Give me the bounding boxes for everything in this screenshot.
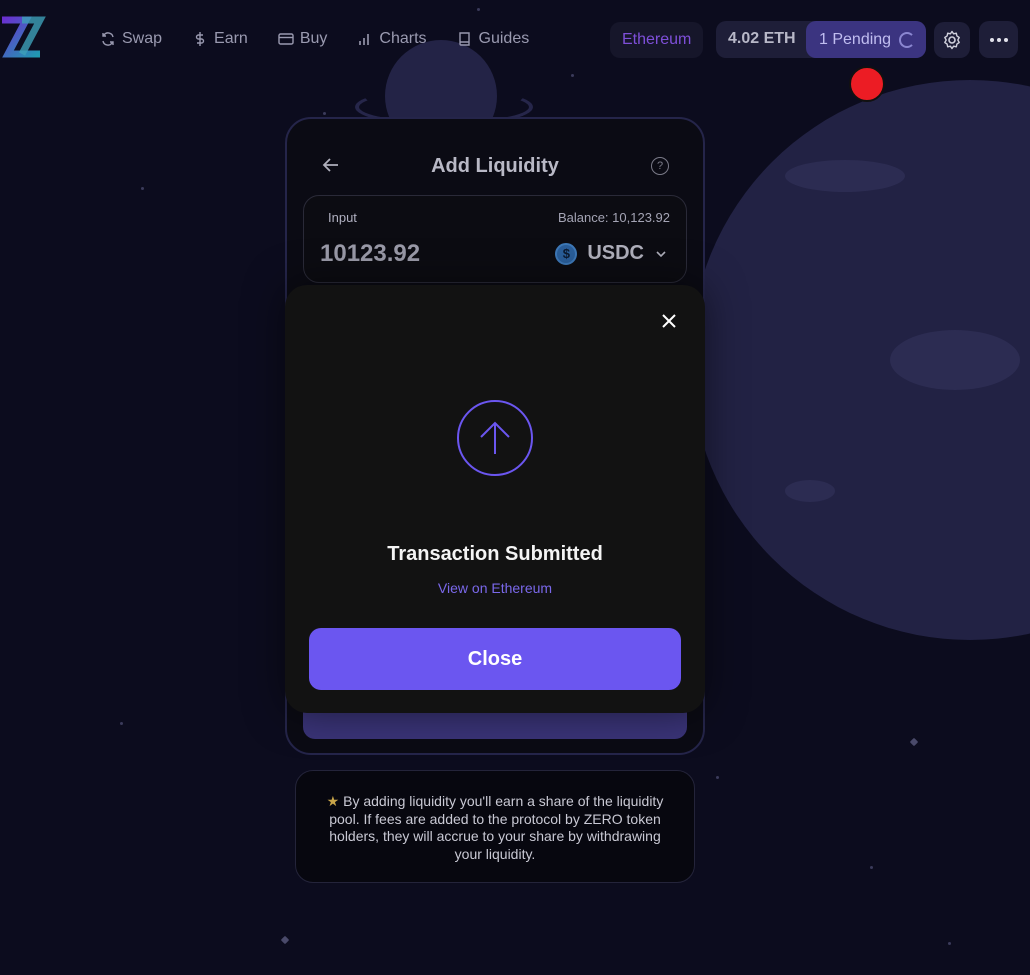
more-dots-icon: [989, 37, 1008, 42]
top-bar: Swap Earn Buy Charts Guides Ethereum 4.0…: [0, 0, 1030, 78]
nav-buy[interactable]: Buy: [278, 28, 328, 50]
refresh-icon: [102, 32, 114, 46]
liquidity-info-box: ★ By adding liquidity you'll earn a shar…: [295, 770, 695, 883]
network-selector[interactable]: Ethereum: [610, 22, 704, 58]
nav-charts[interactable]: Charts: [357, 28, 427, 50]
recording-indicator-dot: [849, 66, 885, 102]
nav-charts-label: Charts: [379, 30, 427, 47]
close-icon[interactable]: [659, 311, 679, 331]
loading-spinner-icon: [899, 31, 916, 48]
card-icon: [278, 33, 294, 45]
star-icon: ★: [326, 793, 340, 809]
more-menu-button[interactable]: [979, 21, 1018, 58]
dollar-icon: [195, 32, 205, 46]
chevron-down-icon: [656, 250, 666, 257]
nav-guides[interactable]: Guides: [457, 28, 530, 50]
nav-buy-label: Buy: [299, 30, 328, 47]
card-header: Add Liquidity ?: [287, 149, 703, 183]
transaction-submitted-modal: Transaction Submitted View on Ethereum C…: [285, 285, 705, 713]
account-widget[interactable]: 4.02 ETH 1 Pending: [716, 21, 926, 58]
settings-button[interactable]: [934, 22, 970, 58]
bar-chart-icon: [359, 34, 370, 45]
token-selector[interactable]: $ USDC: [555, 242, 668, 265]
arrow-up-circle-icon: [457, 400, 533, 476]
planet-decoration: [690, 80, 1030, 640]
input-label: Input: [328, 210, 357, 225]
currency-input-panel: Input Balance: 10,123.92 10123.92 $ USDC: [303, 195, 687, 283]
zero-logo[interactable]: [0, 14, 46, 60]
usdc-icon: $: [555, 242, 578, 265]
amount-input[interactable]: 10123.92: [320, 240, 420, 268]
book-icon: [458, 32, 470, 46]
token-balance[interactable]: Balance: 10,123.92: [558, 210, 670, 225]
info-text: By adding liquidity you'll earn a share …: [329, 793, 664, 862]
nav-guides-label: Guides: [478, 30, 530, 47]
main-nav: Swap Earn Buy Charts Guides: [100, 28, 559, 50]
page-title: Add Liquidity: [431, 155, 559, 177]
pending-label: 1 Pending: [819, 30, 892, 48]
view-on-explorer-link[interactable]: View on Ethereum: [285, 580, 705, 596]
nav-swap-label: Swap: [122, 30, 163, 47]
nav-earn-label: Earn: [214, 30, 248, 47]
token-symbol: USDC: [587, 242, 644, 264]
close-button[interactable]: Close: [309, 628, 681, 690]
pending-transactions-button[interactable]: 1 Pending: [806, 21, 926, 58]
nav-swap[interactable]: Swap: [100, 28, 162, 50]
modal-title: Transaction Submitted: [387, 543, 603, 565]
eth-balance: 4.02 ETH: [728, 30, 796, 47]
nav-earn[interactable]: Earn: [192, 28, 248, 50]
help-icon[interactable]: ?: [651, 157, 669, 175]
gear-icon: [944, 30, 960, 50]
